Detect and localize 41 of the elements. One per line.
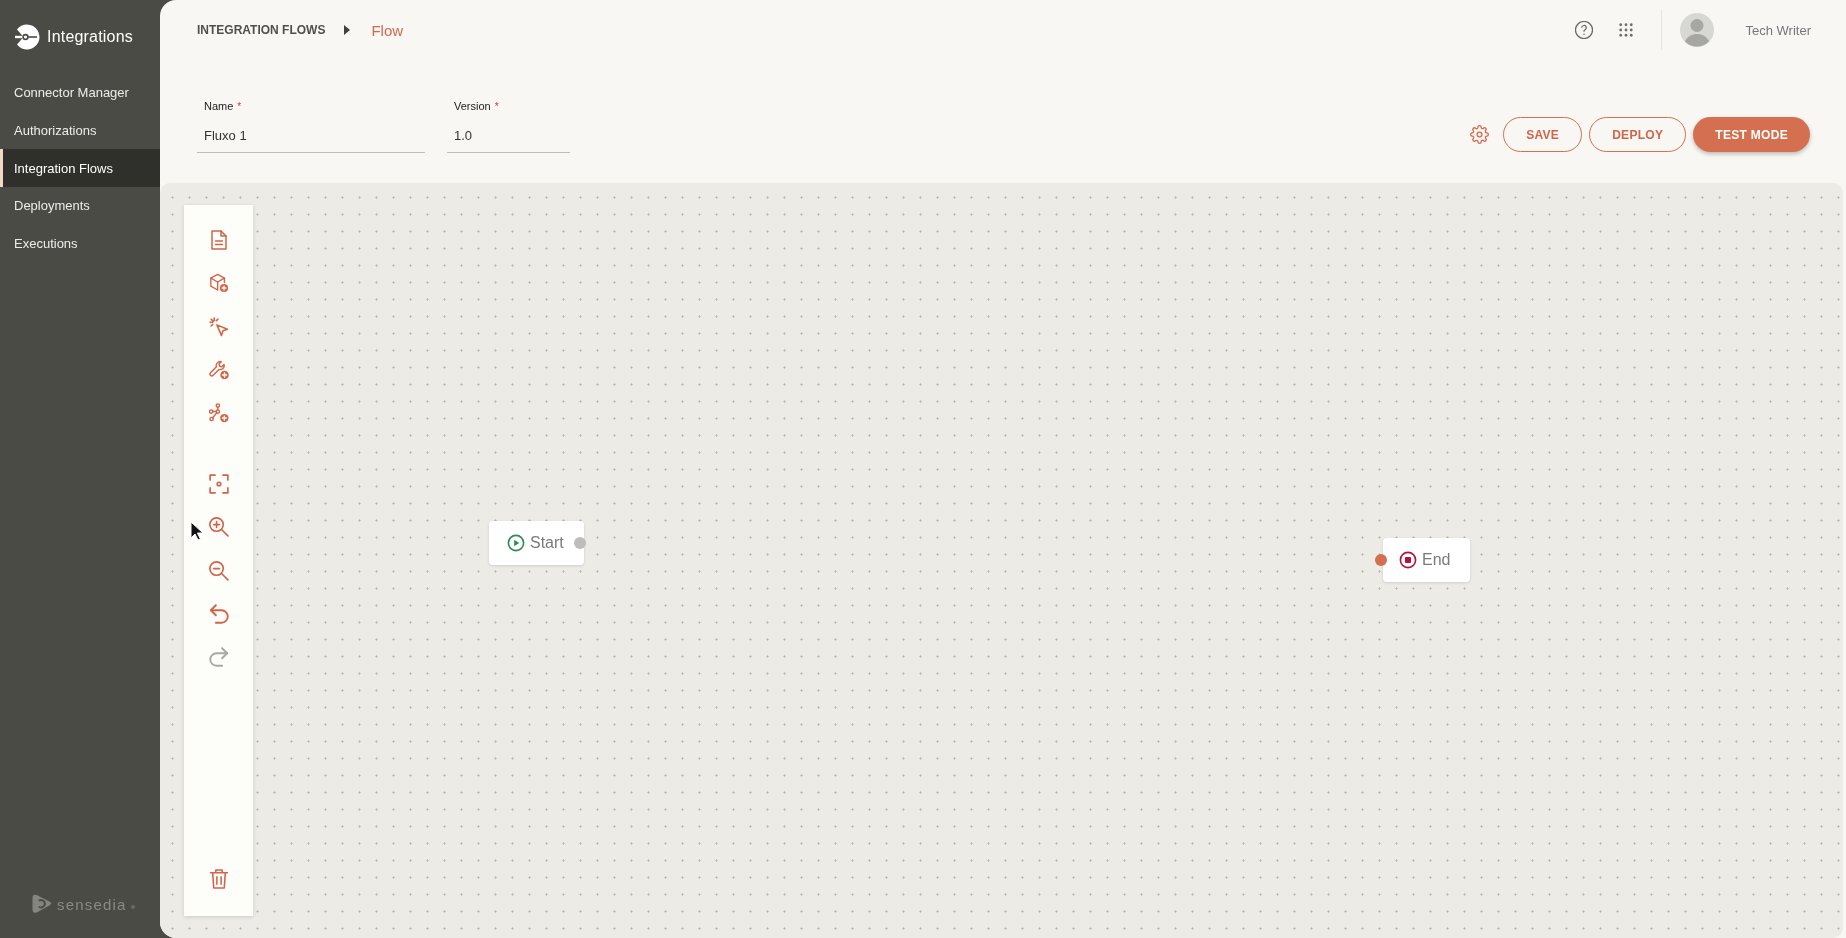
caret-icon <box>344 25 351 35</box>
sidebar-item[interactable]: Deployments <box>0 187 160 225</box>
breadcrumb-link[interactable]: INTEGRATION FLOWS <box>197 23 326 37</box>
apps-grid-icon[interactable] <box>1618 23 1633 37</box>
app-title: Integrations <box>47 28 133 46</box>
focus-frame-icon[interactable] <box>208 474 229 495</box>
field-label: Version <box>454 100 491 112</box>
end-node[interactable]: End <box>1383 538 1470 582</box>
trademark-dot-icon <box>130 904 135 909</box>
user-name: Tech Writer <box>1745 22 1811 38</box>
wrench-plus-icon[interactable] <box>208 359 229 380</box>
sidebar-item[interactable]: Integration Flows <box>0 149 160 188</box>
sidebar-item[interactable]: Authorizations <box>0 111 160 150</box>
help-icon[interactable] <box>1574 21 1593 39</box>
text-input-field[interactable]: Fluxo 1 <box>197 118 425 153</box>
node-label: End <box>1422 551 1451 569</box>
trash-icon[interactable] <box>208 869 229 889</box>
zoom-out-icon[interactable] <box>208 560 229 581</box>
undo-icon[interactable] <box>208 604 229 625</box>
network-plus-icon[interactable] <box>208 403 229 424</box>
play-circle-icon <box>507 534 525 552</box>
settings-icon[interactable] <box>1470 125 1490 144</box>
zoom-in-icon[interactable] <box>208 517 229 538</box>
logo-icon <box>14 24 40 50</box>
document-icon[interactable] <box>208 230 229 250</box>
company-logo-icon <box>32 894 53 914</box>
pointer-click-icon[interactable] <box>208 316 229 337</box>
connection-handle[interactable] <box>1375 554 1387 566</box>
node-label: Start <box>530 534 564 552</box>
avatar-icon[interactable] <box>1679 13 1714 47</box>
start-node[interactable]: Start <box>489 521 584 565</box>
stop-circle-icon <box>1399 551 1417 569</box>
text-input-field[interactable]: 1.0 <box>447 118 570 153</box>
field-label: Name <box>204 100 234 112</box>
mouse-pointer-icon <box>190 521 203 541</box>
required-mark: * <box>237 100 242 112</box>
sidebar-item[interactable]: Connector Manager <box>0 74 160 112</box>
sidebar-item[interactable]: Executions <box>0 224 160 263</box>
company-name: sensedia <box>57 895 127 913</box>
cube-plus-icon[interactable] <box>208 273 229 294</box>
required-mark: * <box>494 100 499 112</box>
